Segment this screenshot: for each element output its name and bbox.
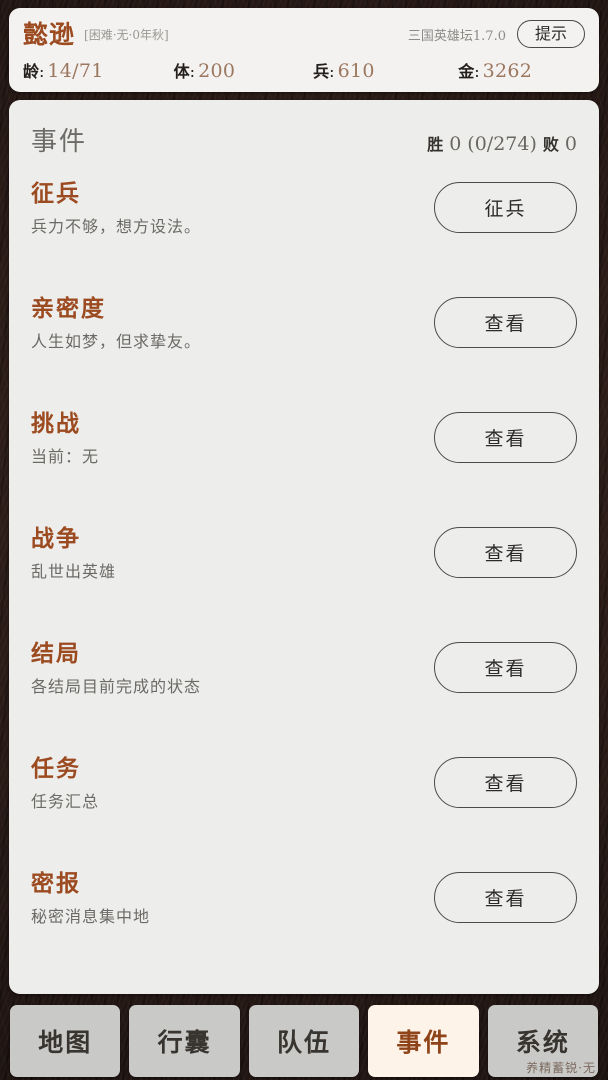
event-action-button[interactable]: 查看 [434, 412, 577, 463]
event-action-button[interactable]: 查看 [434, 757, 577, 808]
event-list: 征兵 兵力不够，想方设法。 征兵 亲密度 人生如梦，但求挚友。 查看 挑战 当前… [9, 162, 599, 988]
event-title: 密报 [31, 870, 81, 897]
panel-header: 事件 胜 0 (0/274) 败 0 [9, 100, 599, 162]
event-text-block: 战争 乱世出英雄 [31, 515, 434, 582]
hint-button[interactable]: 提示 [516, 19, 585, 49]
events-panel: 事件 胜 0 (0/274) 败 0 征兵 兵力不够，想方设法。 征兵 亲密度 [9, 100, 599, 994]
status-footer-note: 养精蓄锐·无 [526, 1061, 596, 1075]
tab-team[interactable]: 队伍 [248, 1005, 360, 1077]
event-title: 亲密度 [31, 295, 106, 322]
event-text-block: 亲密度 人生如梦，但求挚友。 [31, 285, 434, 352]
stat-stamina-value: 200 [198, 60, 236, 82]
tab-inventory[interactable]: 行囊 [129, 1005, 240, 1077]
stat-stamina-label: 体 [173, 62, 190, 81]
stat-gold-label: 金 [458, 62, 475, 81]
event-description: 兵力不够，想方设法。 [31, 217, 202, 237]
tab-events[interactable]: 事件 [368, 1005, 479, 1077]
tab-map[interactable]: 地图 [10, 1005, 121, 1077]
stat-age: 龄 : 14/71 [23, 58, 174, 82]
player-stats-row: 龄 : 14/71 体 : 200 兵 : 610 金 : 3262 [23, 58, 585, 82]
list-item: 征兵 兵力不够，想方设法。 征兵 [31, 170, 577, 285]
event-action-button[interactable]: 征兵 [434, 182, 577, 233]
event-description: 任务汇总 [31, 792, 100, 812]
stat-gold-value: 3262 [482, 60, 533, 82]
win-label: 胜 [427, 135, 444, 154]
event-action-button[interactable]: 查看 [434, 297, 577, 348]
hero-difficulty-meta: [困难·无·0年秋] [84, 27, 169, 42]
stat-troops-label: 兵 [313, 62, 330, 81]
stat-age-label: 龄 [23, 62, 40, 81]
loss-label: 败 [542, 135, 559, 154]
list-item: 密报 秘密消息集中地 查看 [31, 860, 577, 975]
event-text-block: 征兵 兵力不够，想方设法。 [31, 170, 434, 237]
stat-troops-colon: : [329, 62, 335, 81]
event-progress: (0/274) [467, 133, 537, 155]
page-title: 事件 [31, 127, 88, 157]
event-action-button[interactable]: 查看 [434, 642, 577, 693]
stat-gold-colon: : [474, 62, 480, 81]
list-item: 挑战 当前：无 查看 [31, 400, 577, 515]
event-title: 任务 [31, 755, 81, 782]
list-item: 结局 各结局目前完成的状态 查看 [31, 630, 577, 745]
app-screen: 懿逊 [困难·无·0年秋] 三国英雄坛1.7.0 提示 龄 : 14/71 体 … [0, 0, 608, 1080]
list-item: 亲密度 人生如梦，但求挚友。 查看 [31, 285, 577, 400]
event-title: 结局 [31, 640, 81, 667]
bottom-tab-bar: 地图 行囊 队伍 事件 系统 [9, 994, 599, 1080]
event-title: 挑战 [31, 410, 81, 437]
stat-troops: 兵 : 610 [313, 58, 458, 82]
list-item: 任务 任务汇总 查看 [31, 745, 577, 860]
battle-record: 胜 0 (0/274) 败 0 [427, 131, 577, 155]
header-right-group: 三国英雄坛1.7.0 提示 [407, 19, 585, 49]
event-action-button[interactable]: 查看 [434, 872, 577, 923]
event-action-button[interactable]: 查看 [434, 527, 577, 578]
status-header-card: 懿逊 [困难·无·0年秋] 三国英雄坛1.7.0 提示 龄 : 14/71 体 … [9, 8, 599, 92]
event-description: 秘密消息集中地 [31, 907, 151, 927]
stat-stamina-colon: : [189, 62, 196, 81]
stat-stamina: 体 : 200 [174, 58, 314, 82]
event-description: 各结局目前完成的状态 [31, 677, 202, 697]
event-title: 征兵 [31, 180, 81, 207]
event-description: 人生如梦，但求挚友。 [31, 332, 202, 352]
stat-age-value: 14/71 [47, 60, 104, 82]
hero-name: 懿逊 [23, 19, 76, 49]
stat-gold: 金 : 3262 [458, 58, 581, 82]
event-description: 当前：无 [31, 447, 100, 467]
stat-troops-value: 610 [337, 60, 375, 82]
game-version-label: 三国英雄坛1.7.0 [407, 28, 506, 44]
event-text-block: 密报 秘密消息集中地 [31, 860, 434, 927]
event-text-block: 任务 任务汇总 [31, 745, 434, 812]
stat-age-colon: : [39, 62, 45, 81]
list-item: 战争 乱世出英雄 查看 [31, 515, 577, 630]
event-text-block: 挑战 当前：无 [31, 400, 434, 467]
event-text-block: 结局 各结局目前完成的状态 [31, 630, 434, 697]
event-description: 乱世出英雄 [31, 562, 117, 582]
win-count: 0 [449, 133, 462, 155]
event-title: 战争 [31, 525, 81, 552]
loss-count: 0 [564, 133, 577, 155]
header-top-row: 懿逊 [困难·无·0年秋] 三国英雄坛1.7.0 提示 [23, 17, 585, 51]
